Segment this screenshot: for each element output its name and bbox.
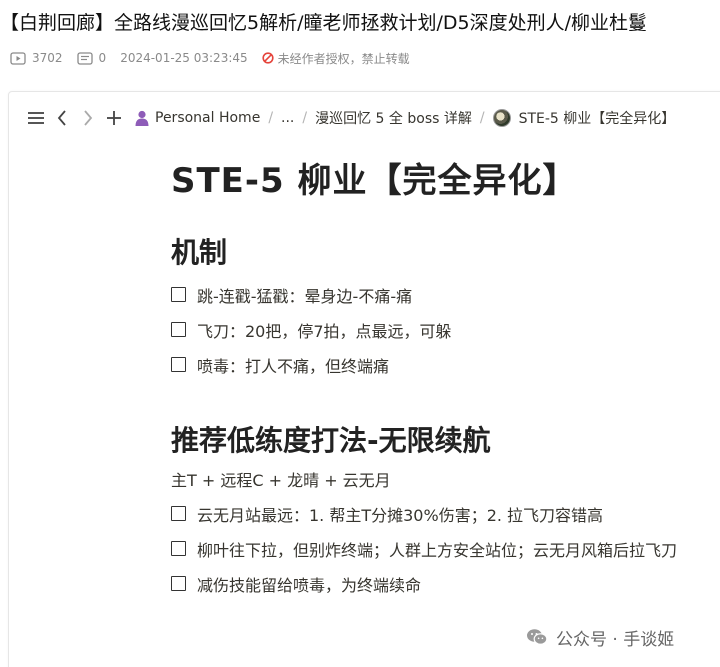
todo-text: 跳-连戳-猛戳：晕身边-不痛-痛 [197,286,413,306]
section-heading-mechanics: 机制 [171,236,228,269]
checkbox[interactable] [171,357,186,372]
views-stat: 3702 [10,51,63,65]
watermark-text: 公众号 · 手谈姬 [556,629,675,650]
wechat-watermark: 公众号 · 手谈姬 [526,625,675,650]
menu-icon[interactable] [25,107,47,129]
breadcrumb-current[interactable]: STE-5 柳业【完全异化】 [492,108,676,128]
breadcrumb-ellipsis[interactable]: ... [281,110,294,126]
breadcrumb-separator: / [479,110,485,126]
note-toolbar: Personal Home / ... / 漫巡回忆 5 全 boss 详解 /… [25,106,675,130]
article-meta: 3702 0 2024-01-25 03:23:45 未经作者授权，禁止转载 [10,49,424,67]
page-avatar-icon [492,109,511,127]
embedded-note-card: Personal Home / ... / 漫巡回忆 5 全 boss 详解 /… [8,91,720,667]
wechat-icon [527,629,548,645]
todo-item: 喷毒：打人不痛，但终端痛 [171,347,720,382]
breadcrumb-separator: / [302,110,308,126]
todo-text: 减伤技能留给喷毒，为终端续命 [197,575,422,595]
section-heading-strategy: 推荐低练度打法-无限续航 [171,424,491,457]
todo-text: 云无月站最远：1. 帮主T分摊30%伤害；2. 拉飞刀容错高 [197,505,604,525]
copyright-text: 未经作者授权，禁止转载 [277,51,410,66]
strategy-todo-list: 云无月站最远：1. 帮主T分摊30%伤害；2. 拉飞刀容错高 柳叶往下拉，但别炸… [171,496,720,601]
person-icon [135,110,149,126]
breadcrumb-home[interactable]: Personal Home [135,110,260,126]
play-count-icon [10,51,26,65]
todo-text: 柳叶往下拉，但别炸终端；人群上方安全站位；云无月风箱后拉飞刀 [197,540,678,560]
checkbox[interactable] [171,506,186,521]
todo-item: 柳叶往下拉，但别炸终端；人群上方安全站位；云无月风箱后拉飞刀 [171,531,720,566]
todo-text: 喷毒：打人不痛，但终端痛 [197,356,390,376]
checkbox[interactable] [171,322,186,337]
checkbox[interactable] [171,576,186,591]
copyright-notice: 未经作者授权，禁止转载 [262,50,410,67]
comment-icon [76,51,93,65]
breadcrumb-current-label: STE-5 柳业【完全异化】 [518,111,676,127]
todo-item: 飞刀：20把，停7拍，点最远，可躲 [171,312,720,347]
breadcrumb-separator: / [268,110,274,126]
note-document: STE-5 柳业【完全异化】 机制 跳-连戳-猛戳：晕身边-不痛-痛 飞刀：20… [171,156,720,601]
todo-item: 跳-连戳-猛戳：晕身边-不痛-痛 [171,277,720,312]
forward-icon[interactable] [77,107,99,129]
comments-count: 0 [98,51,107,65]
breadcrumb-parent[interactable]: 漫巡回忆 5 全 boss 详解 [315,108,472,128]
todo-item: 减伤技能留给喷毒，为终端续命 [171,566,720,601]
back-icon[interactable] [51,107,73,129]
checkbox[interactable] [171,541,186,556]
team-composition: 主T + 远程C + 龙晴 + 云无月 [171,471,391,490]
mechanics-todo-list: 跳-连戳-猛戳：晕身边-不痛-痛 飞刀：20把，停7拍，点最远，可躲 喷毒：打人… [171,277,720,382]
todo-item: 云无月站最远：1. 帮主T分摊30%伤害；2. 拉飞刀容错高 [171,496,720,531]
comments-stat[interactable]: 0 [76,51,107,65]
checkbox[interactable] [171,287,186,302]
add-icon[interactable] [103,107,125,129]
page-title: STE-5 柳业【完全异化】 [171,161,578,201]
views-count: 3702 [32,51,63,65]
article-title: 【白荆回廊】全路线漫巡回忆5解析/瞳老师拯救计划/D5深度处刑人/柳业杜鬘 [0,12,648,34]
publish-time: 2024-01-25 03:23:45 [120,51,248,65]
no-repost-icon [262,52,274,64]
breadcrumb-home-label: Personal Home [155,110,261,126]
todo-text: 飞刀：20把，停7拍，点最远，可躲 [197,321,452,341]
